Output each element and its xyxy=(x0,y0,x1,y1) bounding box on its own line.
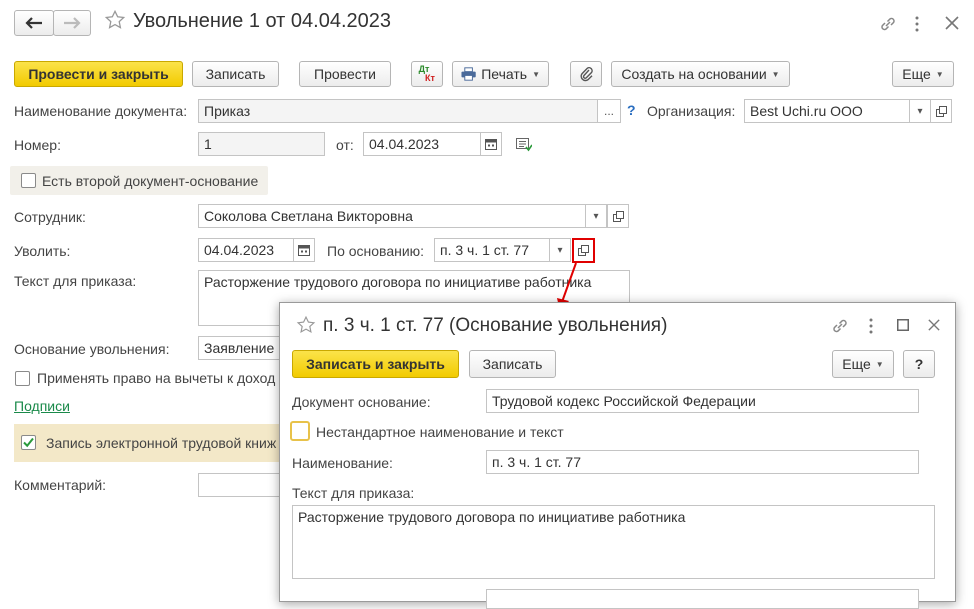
nonstandard-checkbox[interactable] xyxy=(290,421,310,441)
nonstandard-label: Нестандартное наименование и текст xyxy=(316,424,564,440)
employee-dropdown-button[interactable]: ▾ xyxy=(585,204,607,228)
popup-name-label: Наименование: xyxy=(292,455,393,471)
doc-name-field[interactable]: Приказ xyxy=(198,99,598,123)
kt-label: Кт xyxy=(425,73,435,83)
print-label: Печать xyxy=(481,66,528,82)
date-calendar-button[interactable] xyxy=(480,132,502,156)
popup-title: п. 3 ч. 1 ст. 77 (Основание увольнения) xyxy=(323,315,668,336)
chevron-down-icon: ▼ xyxy=(771,69,780,79)
document-list-icon[interactable] xyxy=(516,138,532,152)
forward-button[interactable] xyxy=(53,10,91,36)
number-label: Номер: xyxy=(14,137,61,153)
doc-name-label: Наименование документа: xyxy=(14,103,188,119)
employee-field[interactable]: Соколова Светлана Викторовна xyxy=(198,204,586,228)
comment-label: Комментарий: xyxy=(14,477,107,493)
popup-more-vertical-icon[interactable] xyxy=(868,318,874,334)
popup-maximize-icon[interactable] xyxy=(897,319,909,331)
popup-link-icon[interactable] xyxy=(830,316,850,336)
print-button[interactable]: Печать ▼ xyxy=(452,61,549,87)
chevron-down-icon: ▾ xyxy=(557,244,563,256)
dismiss-label: Уволить: xyxy=(14,243,71,259)
popup-order-text-label: Текст для приказа: xyxy=(292,485,415,501)
create-based-on-label: Создать на основании xyxy=(621,66,767,82)
etk-label: Запись электронной трудовой книж xyxy=(46,435,277,451)
back-button[interactable] xyxy=(14,10,54,36)
popup-name-field[interactable]: п. 3 ч. 1 ст. 77 xyxy=(486,450,919,474)
arrow-left-icon xyxy=(25,17,42,29)
organization-label: Организация: xyxy=(647,103,736,119)
attachments-button[interactable] xyxy=(570,61,602,87)
post-and-close-button[interactable]: Провести и закрыть xyxy=(14,61,183,87)
number-field[interactable]: 1 xyxy=(198,132,325,156)
dt-kt-button[interactable]: Дт Кт xyxy=(411,61,443,87)
chevron-down-icon: ▼ xyxy=(875,359,884,369)
second-doc-checkbox[interactable] xyxy=(21,173,36,188)
popup-save-button[interactable]: Записать xyxy=(469,350,556,378)
organization-open-button[interactable] xyxy=(930,99,952,123)
create-based-on-button[interactable]: Создать на основании ▼ xyxy=(611,61,790,87)
link-icon[interactable] xyxy=(878,14,898,34)
open-window-icon xyxy=(935,105,947,117)
popup-window: п. 3 ч. 1 ст. 77 (Основание увольнения) … xyxy=(279,302,956,609)
chevron-down-icon: ▼ xyxy=(935,69,944,79)
dismiss-calendar-button[interactable] xyxy=(293,238,315,262)
order-text-label: Текст для приказа: xyxy=(14,273,137,289)
help-icon[interactable]: ? xyxy=(627,102,636,118)
chevron-down-icon: ▾ xyxy=(917,105,923,117)
favorite-star-icon[interactable] xyxy=(104,9,126,31)
doc-basis-field[interactable]: Трудовой кодекс Российской Федерации xyxy=(486,389,919,413)
deduction-checkbox[interactable] xyxy=(15,371,30,386)
doc-basis-label: Документ основание: xyxy=(292,394,431,410)
arrow-right-icon xyxy=(64,17,81,29)
date-field[interactable]: 04.04.2023 xyxy=(363,132,481,156)
doc-name-select-button[interactable]: ... xyxy=(597,99,621,123)
calendar-icon xyxy=(485,139,497,150)
popup-order-text-field[interactable]: Расторжение трудового договора по инициа… xyxy=(292,505,935,579)
dismiss-date-field[interactable]: 04.04.2023 xyxy=(198,238,294,262)
basis-open-button[interactable] xyxy=(572,238,595,263)
more-vertical-icon[interactable] xyxy=(914,16,920,32)
popup-favorite-star-icon[interactable] xyxy=(296,315,316,335)
paperclip-icon xyxy=(580,67,593,82)
popup-next-field[interactable] xyxy=(486,589,919,609)
deduction-label: Применять право на вычеты к доход xyxy=(37,370,276,386)
reason-label: Основание увольнения: xyxy=(14,341,170,357)
from-label: от: xyxy=(336,137,354,153)
open-window-icon xyxy=(578,245,589,256)
checkmark-icon xyxy=(23,437,34,448)
printer-icon xyxy=(461,67,476,81)
employee-label: Сотрудник: xyxy=(14,209,86,225)
chevron-down-icon: ▾ xyxy=(593,210,599,222)
post-button[interactable]: Провести xyxy=(299,61,391,87)
save-button[interactable]: Записать xyxy=(192,61,279,87)
basis-label: По основанию: xyxy=(327,243,425,259)
basis-field[interactable]: п. 3 ч. 1 ст. 77 xyxy=(434,238,550,262)
popup-more-label: Еще xyxy=(842,356,871,372)
popup-help-button[interactable]: ? xyxy=(903,350,935,378)
organization-field[interactable]: Best Uchi.ru ООО xyxy=(744,99,910,123)
more-label: Еще xyxy=(902,66,931,82)
calendar-icon xyxy=(298,245,310,256)
popup-more-button[interactable]: Еще ▼ xyxy=(832,350,894,378)
popup-save-and-close-button[interactable]: Записать и закрыть xyxy=(292,350,459,378)
etk-checkbox[interactable] xyxy=(21,435,36,450)
open-window-icon xyxy=(612,210,624,222)
signatures-link[interactable]: Подписи xyxy=(14,398,70,414)
organization-dropdown-button[interactable]: ▾ xyxy=(909,99,931,123)
more-button[interactable]: Еще ▼ xyxy=(892,61,954,87)
second-doc-label: Есть второй документ-основание xyxy=(42,173,259,189)
close-icon[interactable] xyxy=(945,16,959,30)
chevron-down-icon: ▼ xyxy=(532,69,540,79)
page-title: Увольнение 1 от 04.04.2023 xyxy=(133,10,391,32)
employee-open-button[interactable] xyxy=(607,204,629,228)
popup-close-icon[interactable] xyxy=(928,319,940,331)
basis-dropdown-button[interactable]: ▾ xyxy=(549,238,571,262)
